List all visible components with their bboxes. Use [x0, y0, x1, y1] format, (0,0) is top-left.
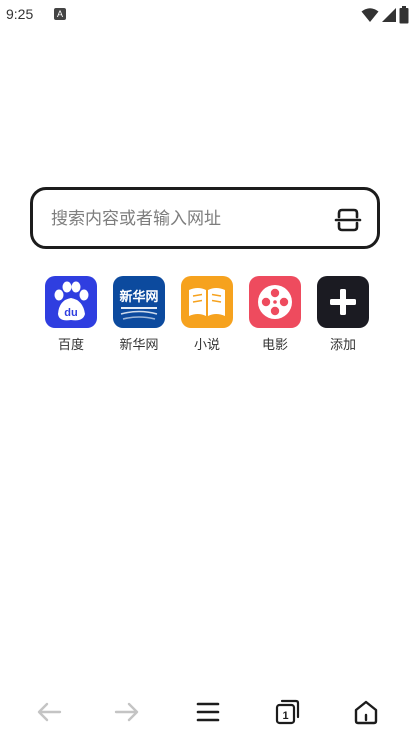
- status-bar: 9:25 A: [0, 0, 415, 30]
- home-icon: [354, 700, 378, 725]
- baidu-paw-icon: du: [45, 276, 97, 328]
- film-reel-icon: [249, 276, 301, 328]
- scan-button[interactable]: [333, 205, 363, 235]
- xinhuanet-logo-icon: 新华网: [113, 276, 165, 328]
- shortcut-movie[interactable]: 电影: [241, 276, 309, 353]
- bottom-navigation: 1: [0, 688, 415, 736]
- shortcut-label: 电影: [261, 338, 288, 353]
- book-icon: [181, 276, 233, 328]
- back-arrow-icon: [37, 702, 62, 722]
- menu-button[interactable]: [190, 696, 226, 728]
- search-bar[interactable]: [30, 187, 380, 249]
- tabs-button[interactable]: 1: [269, 696, 305, 728]
- signal-icon: [382, 8, 396, 22]
- search-input[interactable]: [49, 190, 313, 248]
- wifi-icon: [361, 8, 379, 22]
- shortcut-novel[interactable]: 小说: [173, 276, 241, 353]
- plus-icon: [317, 276, 369, 328]
- forward-button[interactable]: [109, 696, 145, 728]
- forward-arrow-icon: [114, 702, 139, 722]
- shortcuts-grid: du 百度 新华网 新华网 小说 电影 添加: [37, 276, 380, 366]
- shortcut-xinhuanet[interactable]: 新华网 新华网: [105, 276, 173, 353]
- xinhuanet-logo-text: 新华网: [119, 289, 158, 305]
- shortcut-label: 添加: [329, 338, 356, 353]
- shortcut-label: 小说: [193, 338, 220, 353]
- back-button[interactable]: [31, 696, 67, 728]
- battery-icon: [399, 6, 409, 24]
- shortcut-label: 百度: [57, 338, 84, 353]
- svg-text:du: du: [64, 307, 77, 319]
- a-letter-icon: A: [54, 8, 66, 20]
- shortcut-add[interactable]: 添加: [309, 276, 377, 353]
- shortcut-baidu[interactable]: du 百度: [37, 276, 105, 353]
- status-time: 9:25: [6, 6, 34, 22]
- status-icons: [361, 6, 409, 24]
- tabs-icon: 1: [275, 699, 300, 725]
- home-button[interactable]: [348, 696, 384, 728]
- shortcut-label: 新华网: [119, 338, 159, 353]
- scan-icon: [334, 208, 362, 232]
- menu-icon: [196, 702, 220, 722]
- tab-count: 1: [282, 710, 288, 722]
